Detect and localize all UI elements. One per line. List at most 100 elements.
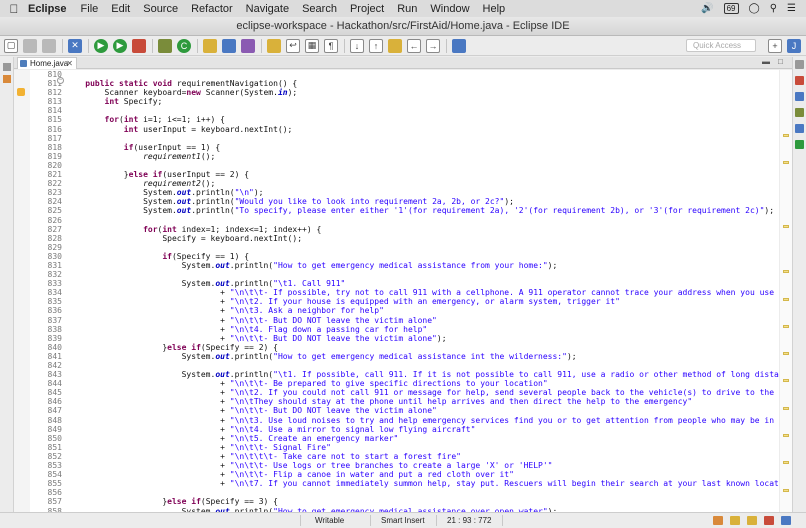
code-line[interactable]: + "\n\t\t- But DO NOT leave the victim a… [66, 316, 779, 325]
task-list-icon[interactable] [795, 76, 804, 85]
apple-menu-icon[interactable]:  [0, 2, 28, 16]
type-hierarchy-icon[interactable] [795, 108, 804, 117]
code-line[interactable]: public static void requirementNavigation… [66, 79, 779, 88]
toggle-mark-occurrences-icon[interactable] [267, 38, 281, 53]
code-line[interactable]: + "\n\t5. Create an emergency marker" [66, 434, 779, 443]
menu-project[interactable]: Project [350, 3, 384, 15]
external-tools-icon[interactable] [132, 38, 146, 53]
code-line[interactable]: + "\n\t3. Ask a neighbor for help" [66, 306, 779, 315]
back-icon[interactable]: ← [407, 38, 421, 53]
restore-icon[interactable] [795, 60, 804, 69]
code-line[interactable]: + "\n\t4. Flag down a passing car for he… [66, 325, 779, 334]
app-menu-eclipse[interactable]: Eclipse [28, 3, 67, 15]
outline-icon[interactable] [795, 92, 804, 101]
code-line[interactable]: }else if(Specify == 2) { [66, 343, 779, 352]
save-icon[interactable] [23, 38, 37, 53]
code-line[interactable]: + "\n\t\t- Flip a canoe in water and put… [66, 470, 779, 479]
code-line[interactable]: System.out.println("How to get emergency… [66, 261, 779, 270]
overview-marker[interactable] [783, 297, 789, 301]
overview-ruler[interactable] [779, 70, 792, 512]
code-line[interactable]: + "\n\t2. If you could not call 911 or m… [66, 388, 779, 397]
code-line[interactable]: + "\n\tThey should stay at the phone unt… [66, 397, 779, 406]
search-icon[interactable]: ⚲ [770, 3, 777, 14]
open-type-icon[interactable] [203, 38, 217, 53]
overview-marker[interactable] [783, 133, 789, 137]
control-center-icon[interactable]: ☰ [787, 3, 796, 14]
editor-tab-home-java[interactable]: Home.java ✕ [17, 57, 77, 69]
code-line[interactable]: + "\n\t4. Use a mirror to signal low fly… [66, 425, 779, 434]
overview-marker[interactable] [783, 161, 789, 164]
code-line[interactable]: System.out.println("Would you like to lo… [66, 197, 779, 206]
pin-editor-icon[interactable] [452, 38, 466, 53]
new-java-package-icon[interactable]: C [177, 38, 191, 53]
overview-marker[interactable] [783, 406, 789, 410]
bookmarks-icon[interactable] [781, 516, 791, 525]
code-line[interactable]: + "\n\t\t- But DO NOT leave the victim a… [66, 406, 779, 415]
menu-refactor[interactable]: Refactor [191, 3, 233, 15]
progress-icon[interactable] [713, 516, 723, 525]
error-log-icon[interactable] [764, 516, 774, 525]
java-perspective-icon[interactable]: J [787, 39, 801, 53]
close-icon[interactable]: ✕ [66, 58, 73, 69]
overview-marker[interactable] [783, 224, 789, 228]
code-line[interactable]: System.out.println("\t1. If possible, ca… [66, 370, 779, 379]
overview-marker[interactable] [783, 379, 789, 383]
code-line[interactable] [66, 216, 779, 225]
code-line[interactable] [66, 361, 779, 370]
show-whitespace-icon[interactable]: ¶ [324, 38, 338, 53]
debug-icon[interactable]: ▶ [94, 38, 108, 53]
restore-icon[interactable] [3, 63, 11, 71]
open-task-icon[interactable] [222, 38, 236, 53]
menu-search[interactable]: Search [302, 3, 337, 15]
code-line[interactable]: int Specify; [66, 97, 779, 106]
skip-breakpoints-icon[interactable]: ✕ [68, 38, 82, 53]
overview-marker[interactable] [783, 270, 789, 274]
search-toolbar-icon[interactable] [241, 38, 255, 53]
code-line[interactable]: }else if(userInput == 2) { [66, 170, 779, 179]
volume-icon[interactable]: 🔊 [701, 3, 713, 14]
code-line[interactable]: + "\n\t\t- But DO NOT leave the victim a… [66, 334, 779, 343]
menu-source[interactable]: Source [143, 3, 178, 15]
code-line[interactable]: + "\n\t\t- Signal Fire" [66, 443, 779, 452]
last-edit-location-icon[interactable] [388, 38, 402, 53]
task-icon[interactable] [747, 516, 757, 525]
code-line[interactable] [66, 243, 779, 252]
code-line[interactable]: for(int i=1; i<=1; i++) { [66, 115, 779, 124]
overview-marker[interactable] [783, 324, 789, 328]
code-line[interactable]: + "\n\t3. Use loud noises to try and hel… [66, 416, 779, 425]
overview-marker[interactable] [783, 488, 789, 492]
status-insert-mode[interactable]: Smart Insert [381, 516, 425, 525]
code-line[interactable]: + "\n\t\t- If possible, try not to call … [66, 288, 779, 297]
user-icon[interactable]: ◯ [749, 3, 760, 14]
toggle-word-wrap-icon[interactable]: ↩ [286, 38, 300, 53]
toggle-block-selection-icon[interactable]: ▦ [305, 38, 319, 53]
code-line[interactable] [66, 70, 779, 79]
code-line[interactable]: if(userInput == 1) { [66, 143, 779, 152]
menu-edit[interactable]: Edit [111, 3, 130, 15]
overview-marker[interactable] [783, 434, 789, 437]
previous-annotation-icon[interactable]: ↑ [369, 38, 383, 53]
battery-icon[interactable]: 69 [723, 3, 739, 14]
code-line[interactable]: System.out.println("How to get emergency… [66, 352, 779, 361]
code-line[interactable] [66, 134, 779, 143]
code-line[interactable]: + "\n\t2. If your house is equipped with… [66, 297, 779, 306]
overview-marker[interactable] [783, 352, 789, 356]
code-line[interactable]: if(Specify == 1) { [66, 252, 779, 261]
code-line[interactable]: requirement1(); [66, 152, 779, 161]
problems-icon[interactable] [795, 124, 804, 133]
minimize-icon[interactable]: ▬ [762, 57, 770, 66]
menu-file[interactable]: File [81, 3, 99, 15]
next-annotation-icon[interactable]: ↓ [350, 38, 364, 53]
code-line[interactable]: + "\n\t\t\t- Take care not to start a fo… [66, 452, 779, 461]
code-line[interactable]: + "\n\t7. If you cannot immediately summ… [66, 479, 779, 488]
code-line[interactable]: Scanner keyboard=new Scanner(System.in); [66, 88, 779, 97]
menu-run[interactable]: Run [397, 3, 417, 15]
code-line[interactable]: int userInput = keyboard.nextInt(); [66, 125, 779, 134]
code-line[interactable]: }else if(Specify == 3) { [66, 497, 779, 506]
code-text-area[interactable]: public static void requirementNavigation… [66, 70, 779, 512]
menu-help[interactable]: Help [483, 3, 506, 15]
code-line[interactable]: for(int index=1; index<=1; index++) { [66, 225, 779, 234]
code-line[interactable]: + "\n\t\t- Be prepared to give specific … [66, 379, 779, 388]
quick-access-input[interactable]: Quick Access [686, 39, 756, 52]
code-line[interactable]: System.out.println("To specify, please e… [66, 206, 779, 215]
